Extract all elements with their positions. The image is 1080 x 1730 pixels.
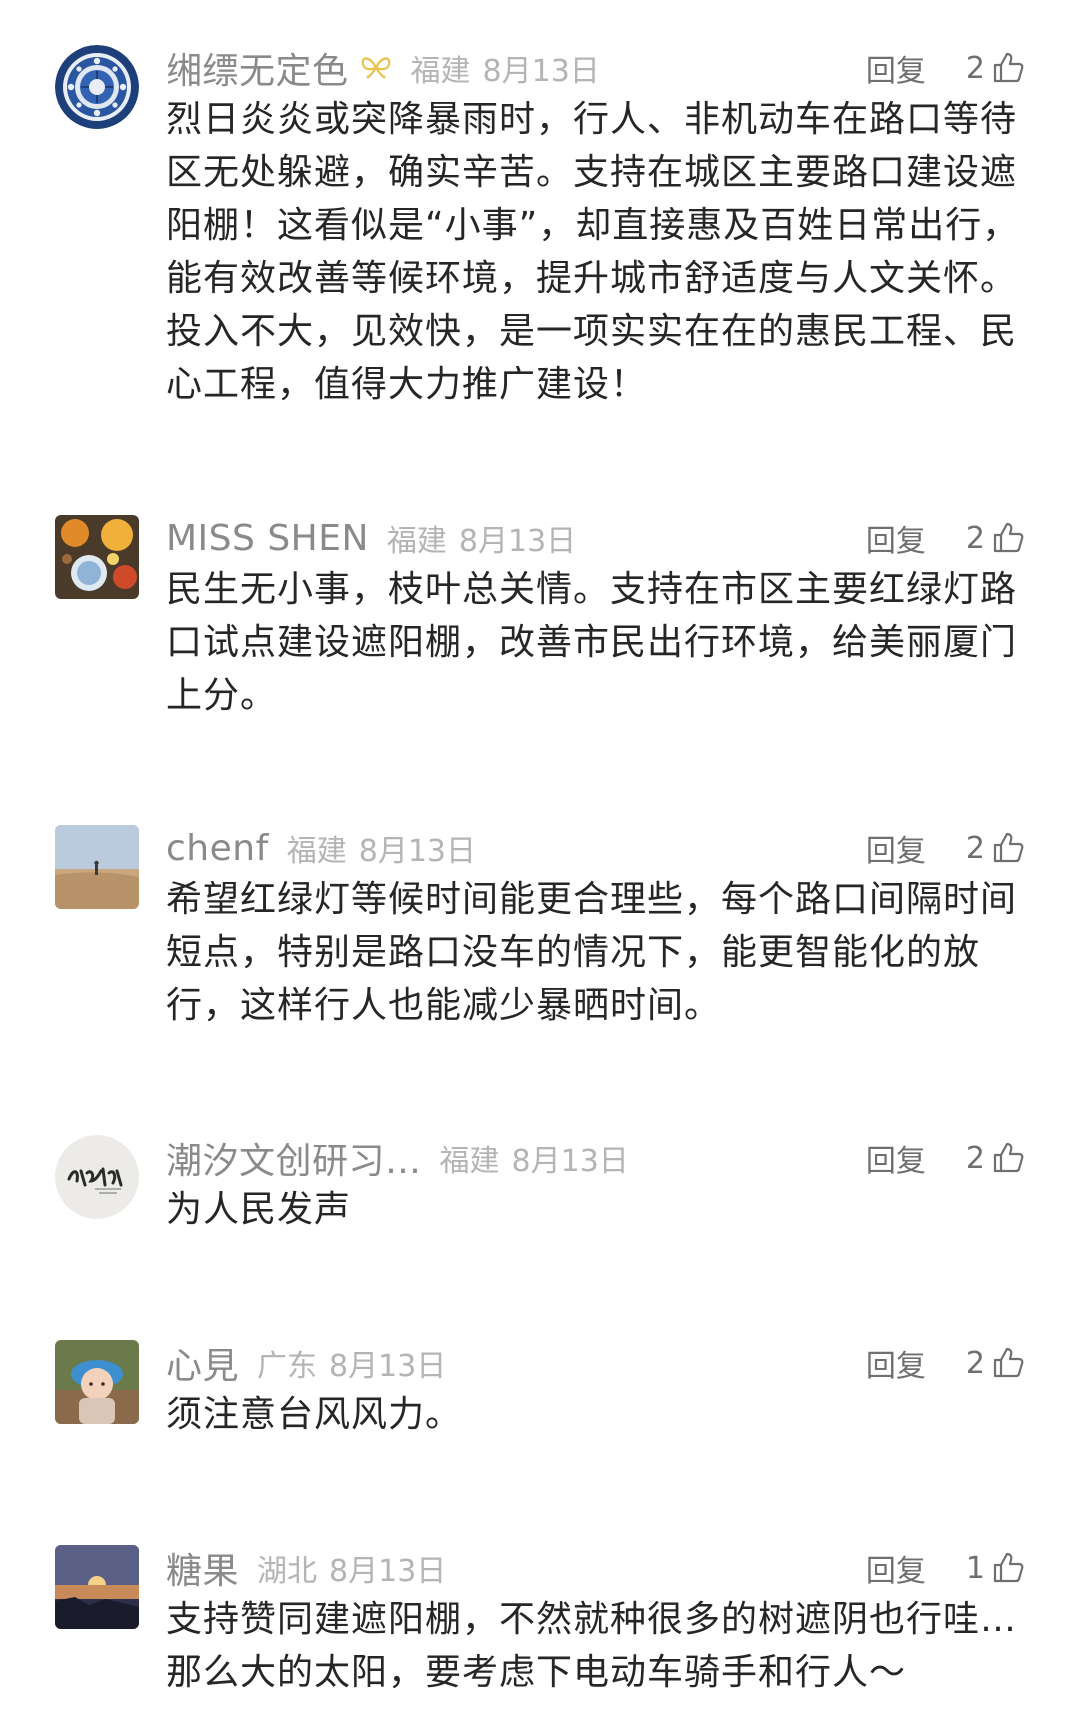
location: 广东 bbox=[257, 1349, 318, 1384]
reply-button[interactable]: 回复 bbox=[866, 46, 926, 90]
avatar[interactable] bbox=[55, 45, 139, 129]
like-count: 2 bbox=[965, 520, 985, 556]
like-button[interactable]: 2 bbox=[966, 1346, 1025, 1381]
reply-button[interactable]: 回复 bbox=[866, 1136, 926, 1180]
reply-button[interactable]: 回复 bbox=[866, 1546, 926, 1590]
location: 福建 bbox=[439, 1144, 500, 1179]
thumbs-up-icon bbox=[993, 1142, 1024, 1173]
beach-photo-avatar-icon bbox=[55, 825, 139, 909]
username[interactable]: chenf bbox=[166, 828, 269, 869]
location: 福建 bbox=[286, 834, 347, 869]
like-button[interactable]: 2 bbox=[966, 831, 1025, 866]
like-count: 2 bbox=[965, 830, 985, 866]
comment-actions: 回复 2 bbox=[866, 45, 1025, 91]
comment-meta: MISS SHEN 福建 8月13日 bbox=[166, 515, 576, 561]
comment-text: 为人民发声 bbox=[166, 1189, 352, 1230]
avatar[interactable] bbox=[55, 825, 139, 909]
comment-actions: 回复 2 bbox=[866, 515, 1025, 561]
avatar[interactable] bbox=[55, 1135, 139, 1219]
reply-button[interactable]: 回复 bbox=[866, 826, 926, 870]
username[interactable]: MISS SHEN bbox=[166, 518, 369, 559]
comment-text: 支持赞同建遮阳棚，不然就种很多的树遮阴也行哇…那么大的太阳，要考虑下电动车骑手和… bbox=[166, 1599, 1018, 1693]
like-count: 2 bbox=[965, 50, 985, 86]
comment-date: 8月13日 bbox=[511, 1144, 629, 1179]
calligraphy-logo-avatar-icon bbox=[55, 1135, 139, 1219]
comment-date: 8月13日 bbox=[329, 1554, 447, 1589]
avatar[interactable] bbox=[55, 1545, 139, 1629]
thumbs-up-icon bbox=[993, 52, 1024, 83]
reply-button[interactable]: 回复 bbox=[866, 1341, 926, 1385]
comment-text: 民生无小事，枝叶总关情。支持在市区主要红绿灯路口试点建设遮阳棚，改善市民出行环境… bbox=[166, 569, 1018, 716]
like-button[interactable]: 2 bbox=[966, 51, 1025, 86]
comment-actions: 回复 1 bbox=[866, 1545, 1025, 1591]
comment-meta: 潮汐文创研习… 福建 8月13日 bbox=[166, 1132, 629, 1184]
like-count: 2 bbox=[965, 1140, 985, 1176]
thumbs-up-icon bbox=[993, 522, 1024, 553]
username[interactable]: 糖果 bbox=[166, 1542, 239, 1594]
comment-actions: 回复 2 bbox=[866, 1340, 1025, 1386]
thumbs-up-icon bbox=[993, 1552, 1024, 1583]
like-count: 1 bbox=[965, 1550, 985, 1586]
comment-actions: 回复 2 bbox=[866, 1135, 1025, 1181]
comment-meta: 心見 广东 8月13日 bbox=[166, 1337, 447, 1389]
comment-text: 希望红绿灯等候时间能更合理些，每个路口间隔时间短点，特别是路口没车的情况下，能更… bbox=[166, 879, 1018, 1026]
location: 福建 bbox=[386, 524, 447, 559]
comment-actions: 回复 2 bbox=[866, 825, 1025, 871]
like-button[interactable]: 2 bbox=[966, 521, 1025, 556]
like-button[interactable]: 1 bbox=[966, 1551, 1025, 1586]
like-count: 2 bbox=[965, 1345, 985, 1381]
butterfly-badge-icon bbox=[359, 54, 393, 82]
avatar[interactable] bbox=[55, 515, 139, 599]
location: 湖北 bbox=[257, 1554, 318, 1589]
blue-porcelain-avatar-icon bbox=[55, 45, 139, 129]
food-photo-avatar-icon bbox=[55, 515, 139, 599]
username[interactable]: 心見 bbox=[166, 1337, 239, 1389]
comment-date: 8月13日 bbox=[329, 1349, 447, 1384]
comment-meta: chenf 福建 8月13日 bbox=[166, 825, 476, 871]
username[interactable]: 潮汐文创研习… bbox=[166, 1132, 422, 1184]
thumbs-up-icon bbox=[993, 1347, 1024, 1378]
username[interactable]: 缃缥无定色 bbox=[166, 42, 349, 94]
reply-button[interactable]: 回复 bbox=[866, 516, 926, 560]
location: 福建 bbox=[410, 54, 471, 89]
comment-date: 8月13日 bbox=[358, 834, 477, 869]
thumbs-up-icon bbox=[993, 832, 1024, 863]
comment-meta: 缃缥无定色 福建 8月13日 bbox=[166, 42, 600, 94]
comment-text: 须注意台风风力。 bbox=[166, 1394, 463, 1435]
child-portrait-avatar-icon bbox=[55, 1340, 139, 1424]
sunset-photo-avatar-icon bbox=[55, 1545, 139, 1629]
avatar[interactable] bbox=[55, 1340, 139, 1424]
comment-text: 烈日炎炎或突降暴雨时，行人、非机动车在路口等待区无处躲避，确实辛苦。支持在城区主… bbox=[166, 99, 1020, 405]
comment-meta: 糖果 湖北 8月13日 bbox=[166, 1542, 447, 1594]
comment-date: 8月13日 bbox=[482, 54, 600, 89]
comment-date: 8月13日 bbox=[458, 524, 577, 559]
like-button[interactable]: 2 bbox=[966, 1141, 1025, 1176]
